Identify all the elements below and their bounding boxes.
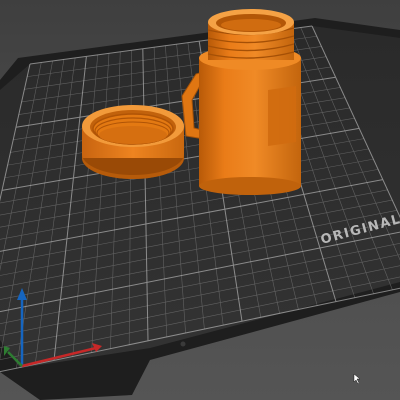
jar-lid-model[interactable] bbox=[82, 105, 184, 179]
3d-viewport[interactable]: ORIGINAL bbox=[0, 0, 400, 400]
scene-canvas[interactable]: ORIGINAL bbox=[0, 0, 400, 400]
bed-screw bbox=[180, 341, 186, 347]
mouse-cursor-icon bbox=[353, 373, 361, 385]
